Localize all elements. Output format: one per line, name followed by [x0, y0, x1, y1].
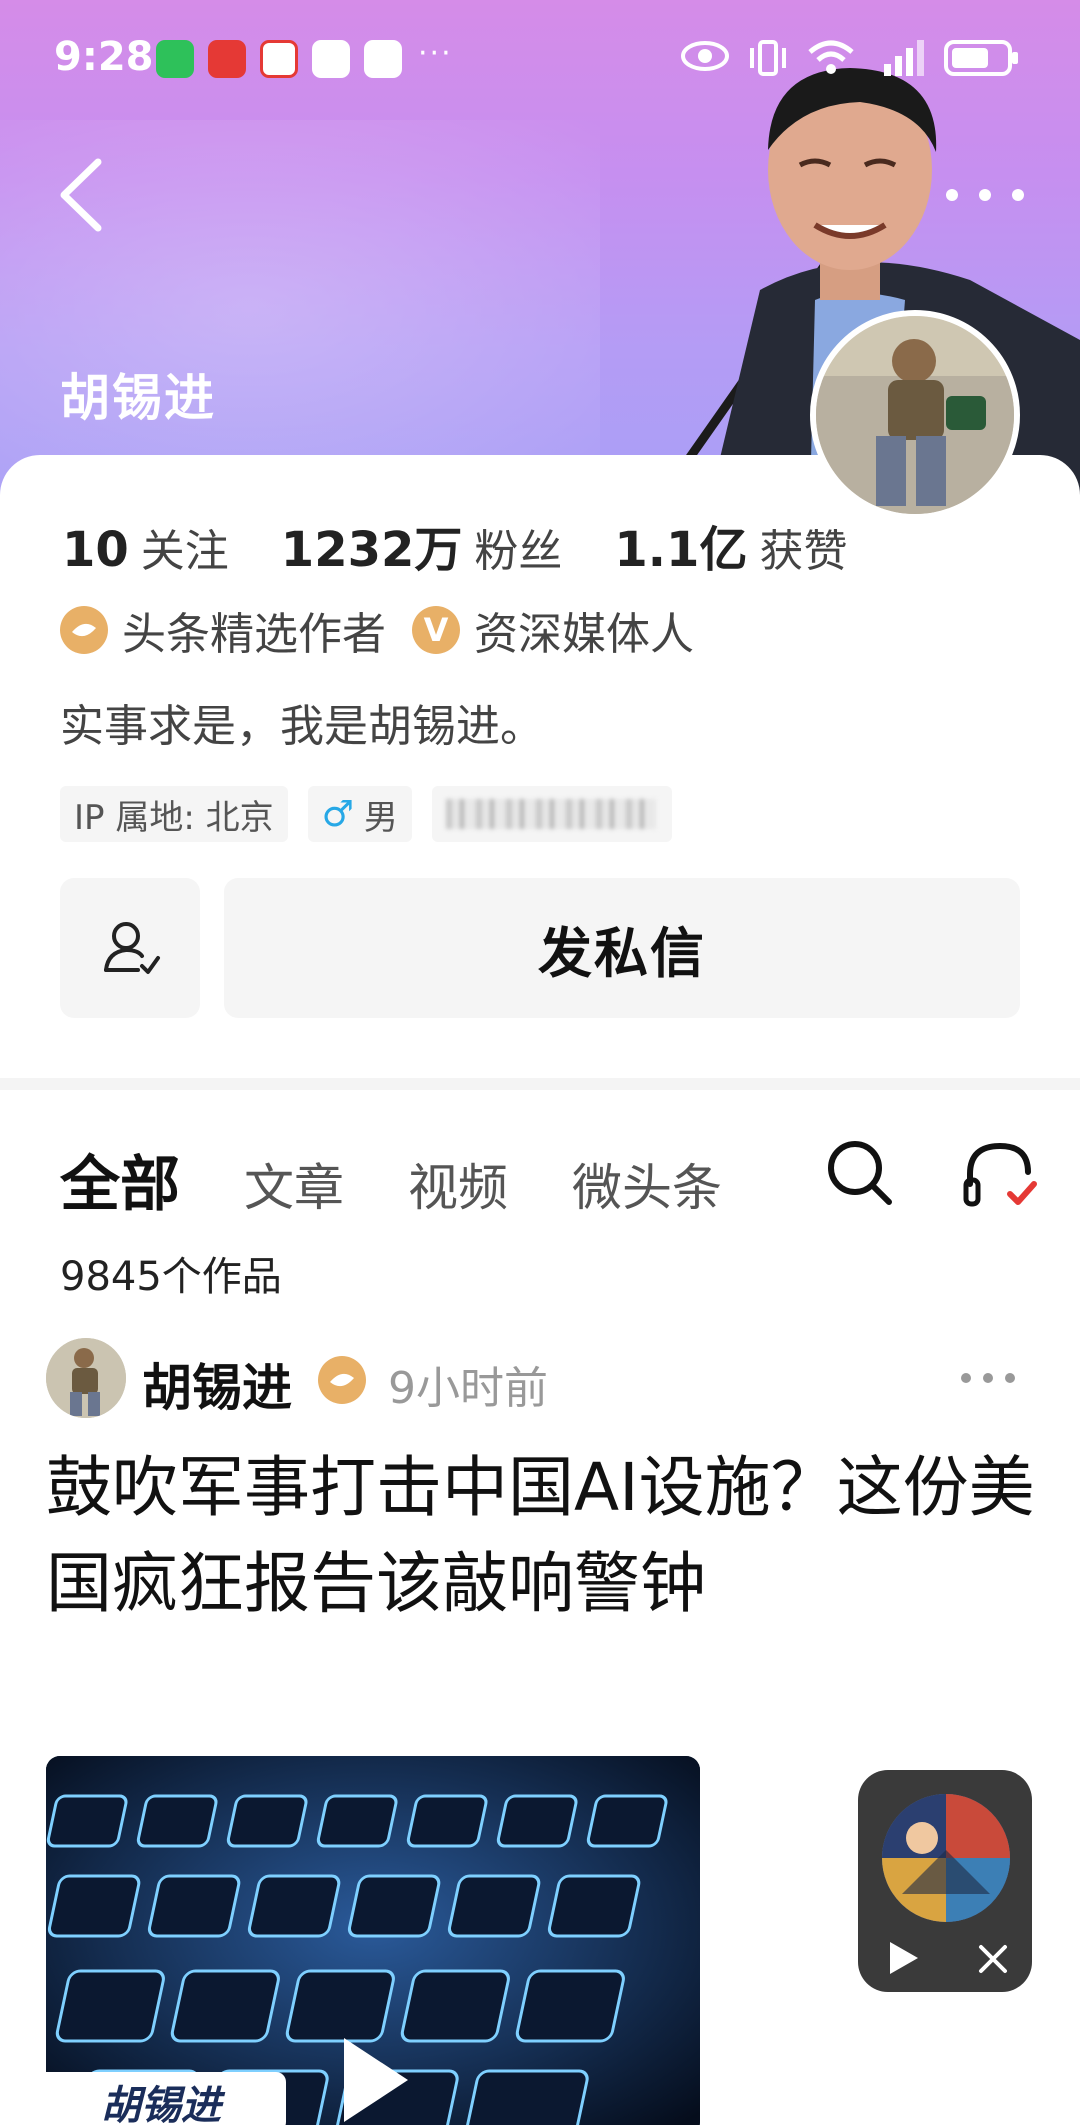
video-play-icon[interactable] [334, 2030, 414, 2125]
signal-icon [884, 40, 924, 76]
profile-badges: 头条精选作者 V 资深媒体人 [60, 598, 720, 662]
senior-media-badge[interactable]: V 资深媒体人 [412, 598, 694, 662]
browser-app-icon-2 [364, 40, 402, 78]
vibrate-icon [750, 40, 786, 76]
likes-label: 获赞 [759, 526, 848, 577]
post-author-avatar[interactable] [46, 1338, 126, 1418]
tab-micro-posts[interactable]: 微头条 [572, 1148, 722, 1220]
more-options-button[interactable] [940, 180, 1030, 210]
featured-author-label: 头条精选作者 [122, 609, 386, 660]
gender-label: 男 [363, 797, 398, 838]
send-message-button[interactable]: 发私信 [224, 878, 1020, 1018]
post-author-name[interactable]: 胡锡进 [142, 1348, 292, 1420]
mini-cover-art [882, 1794, 1010, 1922]
male-icon: ♂ [321, 793, 354, 835]
follow-button[interactable] [60, 878, 200, 1018]
followers-count: 1232万 [280, 522, 463, 578]
wifi-icon [808, 40, 854, 74]
followers-stat[interactable]: 1232万 粉丝 [281, 510, 563, 580]
floating-mini-player[interactable] [858, 1770, 1032, 1992]
mini-player-cover[interactable] [882, 1794, 1010, 1922]
post-title[interactable]: 鼓吹军事打击中国AI设施？这份美国疯狂报告该敲响警钟 [46, 1440, 1036, 1632]
ip-location-tag: IP 属地: 北京 [60, 786, 288, 842]
v-badge-icon: V [412, 606, 460, 654]
toutiao-badge-icon [60, 606, 108, 654]
mini-play-icon[interactable] [882, 1938, 922, 1978]
wechat-icon [156, 40, 194, 78]
senior-media-label: 资深媒体人 [474, 609, 694, 660]
thumbnail-label: 胡锡进 [36, 2072, 286, 2125]
likes-stat[interactable]: 1.1亿 获赞 [614, 510, 847, 580]
status-more-dots: ··· [418, 36, 453, 71]
following-count: 10 [62, 522, 129, 578]
mini-close-icon[interactable] [976, 1942, 1010, 1976]
profile-avatar[interactable] [810, 310, 1020, 520]
status-bar: 9:28 ··· [0, 0, 1080, 110]
followers-label: 粉丝 [474, 526, 563, 577]
profile-bio: 实事求是，我是胡锡进。 [60, 701, 544, 752]
following-label: 关注 [140, 526, 229, 577]
avatar-photo [816, 316, 1014, 514]
follow-user-icon [104, 922, 160, 974]
tab-videos[interactable]: 视频 [408, 1148, 508, 1220]
banner-profile-name: 胡锡进 [60, 369, 216, 427]
headphones-button[interactable] [962, 1138, 1040, 1212]
profile-stats: 10 关注 1232万 粉丝 1.1亿 获赞 [62, 510, 899, 580]
likes-count: 1.1亿 [614, 522, 748, 578]
following-stat[interactable]: 10 关注 [62, 515, 229, 579]
tab-all[interactable]: 全部 [60, 1136, 180, 1223]
blurred-tag [431, 786, 672, 842]
eye-icon [681, 41, 729, 71]
clown-app-icon [260, 40, 298, 78]
profile-tags: IP 属地: 北京 ♂ 男 [60, 786, 692, 842]
post-time: 9小时前 [388, 1363, 548, 1414]
section-divider [0, 1078, 1080, 1090]
back-button[interactable] [50, 150, 120, 240]
gender-tag: ♂ 男 [307, 786, 412, 842]
post-more-button[interactable] [958, 1368, 1018, 1388]
tab-articles[interactable]: 文章 [244, 1148, 344, 1220]
huawei-app-icon [208, 40, 246, 78]
featured-author-badge[interactable]: 头条精选作者 [60, 598, 386, 662]
post-avatar-photo [46, 1338, 126, 1418]
works-count: 9845个作品 [60, 1254, 282, 1300]
browser-app-icon [312, 40, 350, 78]
status-time: 9:28 [54, 34, 154, 80]
post-author-badge-icon [318, 1356, 366, 1404]
search-button[interactable] [825, 1138, 895, 1208]
content-tabs: 全部 文章 视频 微头条 [60, 1136, 786, 1223]
battery-icon [944, 40, 1018, 76]
